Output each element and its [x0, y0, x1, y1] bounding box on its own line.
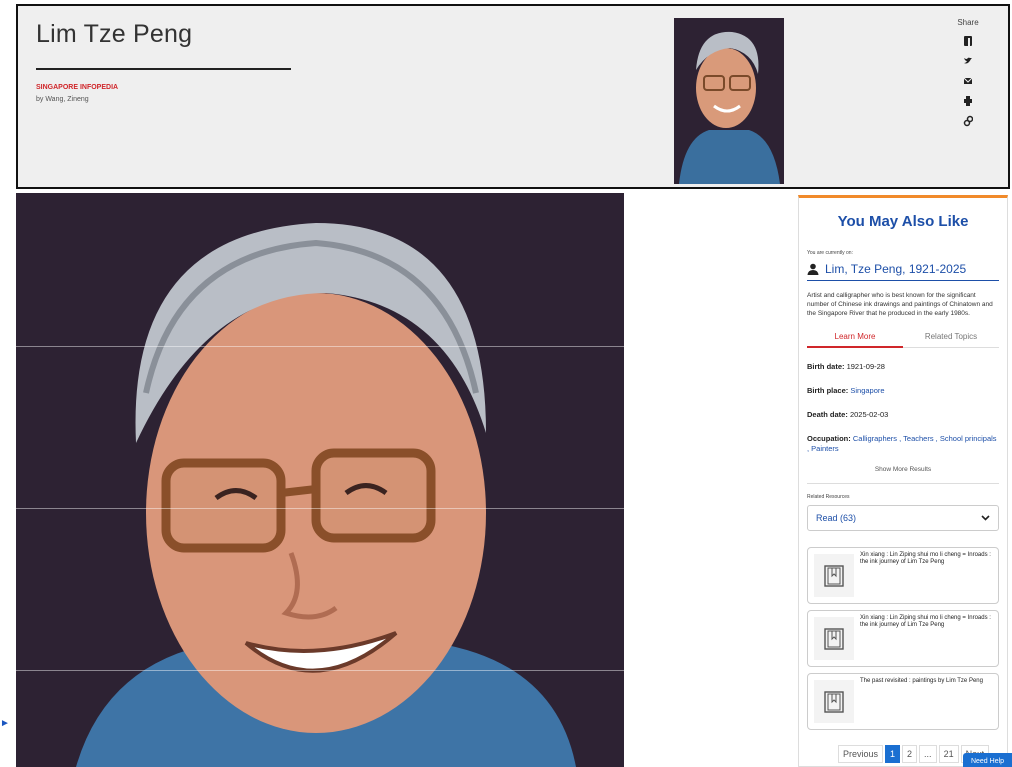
chevron-right-icon[interactable]: ► [0, 718, 10, 729]
user-icon [807, 263, 819, 275]
panel-tabs: Learn More Related Topics [807, 332, 999, 348]
birth-place-field: Birth place: Singapore [807, 386, 999, 396]
birth-date-value: 1921-09-28 [846, 362, 885, 371]
link-icon[interactable] [963, 115, 973, 127]
page-21-button[interactable]: 21 [938, 745, 959, 763]
need-help-button[interactable]: Need Help [963, 753, 1012, 767]
facebook-icon[interactable] [963, 35, 973, 47]
portrait-thumbnail [674, 18, 784, 184]
page-ellipsis: ... [919, 745, 937, 763]
resource-title[interactable]: The past revisited : paintings by Lim Tz… [860, 678, 992, 685]
birth-place-link[interactable]: Singapore [850, 386, 884, 395]
chevron-down-icon [981, 515, 990, 521]
death-date-field: Death date: 2025-02-03 [807, 410, 999, 420]
current-item-name: Lim, Tze Peng, 1921-2025 [825, 262, 967, 276]
book-icon [814, 680, 854, 723]
resource-type-value: Read (63) [816, 513, 857, 523]
show-more-results-button[interactable]: Show More Results [799, 466, 1007, 473]
resource-title[interactable]: Xin xiang : Lin Ziping shui mo li cheng … [860, 552, 992, 566]
twitter-icon[interactable] [963, 55, 973, 67]
related-resources-label: Related Resources [807, 494, 850, 500]
tab-learn-more[interactable]: Learn More [807, 332, 903, 348]
panel-title: You May Also Like [837, 213, 969, 230]
email-icon[interactable] [963, 75, 973, 87]
resource-card[interactable]: Xin xiang : Lin Ziping shui mo li cheng … [807, 610, 999, 667]
tab-related-topics[interactable]: Related Topics [903, 332, 999, 348]
resource-list: Xin xiang : Lin Ziping shui mo li cheng … [807, 547, 999, 730]
occupation-field: Occupation: Calligraphers , Teachers , S… [807, 434, 999, 454]
birth-date-label: Birth date: [807, 362, 845, 371]
byline: by Wang, Zineng [36, 96, 89, 103]
portrait-image [16, 193, 624, 767]
image-guide-line [16, 346, 624, 347]
currently-on-label: You are currently on: [807, 250, 853, 256]
divider [807, 483, 999, 484]
category-link[interactable]: Singapore Infopedia [36, 84, 118, 91]
death-date-label: Death date: [807, 410, 848, 419]
birth-date-field: Birth date: 1921-09-28 [807, 362, 999, 372]
image-guide-line [16, 670, 624, 671]
you-may-also-like-panel: You May Also Like You are currently on: … [798, 195, 1008, 767]
birth-place-label: Birth place: [807, 386, 849, 395]
resource-card[interactable]: The past revisited : paintings by Lim Tz… [807, 673, 999, 730]
resource-card[interactable]: Xin xiang : Lin Ziping shui mo li cheng … [807, 547, 999, 604]
title-divider [36, 68, 291, 70]
article-header: Lim Tze Peng Singapore Infopedia by Wang… [16, 4, 1010, 189]
print-icon[interactable] [963, 95, 973, 107]
share-label: Share [957, 18, 979, 27]
book-icon [814, 617, 854, 660]
item-description: Artist and calligrapher who is best know… [807, 292, 993, 317]
share-bar: Share [953, 18, 983, 135]
image-guide-line [16, 508, 624, 509]
book-icon [814, 554, 854, 597]
current-item[interactable]: Lim, Tze Peng, 1921-2025 [807, 262, 999, 281]
page-2-button[interactable]: 2 [902, 745, 918, 763]
occupation-label: Occupation: [807, 434, 851, 443]
resource-title[interactable]: Xin xiang : Lin Ziping shui mo li cheng … [860, 615, 992, 629]
death-date-value: 2025-02-03 [849, 410, 889, 419]
resource-type-select[interactable]: Read (63) [807, 505, 999, 531]
page-1-button[interactable]: 1 [885, 745, 901, 763]
previous-page-button[interactable]: Previous [838, 745, 884, 763]
page-title: Lim Tze Peng [36, 20, 193, 48]
